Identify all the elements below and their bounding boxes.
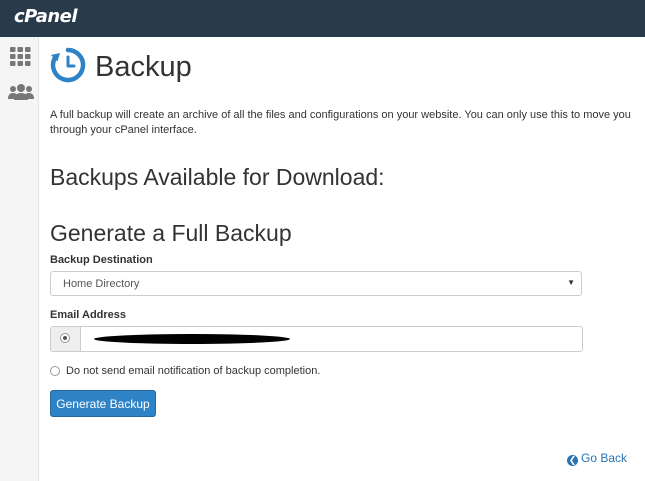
sidebar <box>0 37 39 481</box>
backups-available-heading: Backups Available for Download: <box>50 164 385 190</box>
page-description: A full backup will create an archive of … <box>50 108 645 138</box>
top-bar: cPanel <box>0 0 645 37</box>
generate-backup-heading: Generate a Full Backup <box>50 220 292 246</box>
go-back-label: Go Back <box>581 451 628 465</box>
generate-backup-button[interactable]: Generate Backup <box>50 390 156 417</box>
email-radio[interactable] <box>60 333 70 343</box>
backup-clock-icon <box>50 47 86 83</box>
backup-destination-label: Backup Destination <box>50 254 153 266</box>
no-email-radio[interactable] <box>50 366 60 376</box>
redacted-email <box>94 334 290 344</box>
email-address-input[interactable] <box>81 327 582 351</box>
backup-destination-value: Home Directory <box>63 278 140 290</box>
main-content: Backup A full backup will create an arch… <box>39 37 645 481</box>
backup-destination-select[interactable]: Home Directory ▼ <box>50 271 582 296</box>
arrow-left-circle-icon: ❮ <box>567 455 578 466</box>
cpanel-logo[interactable]: cPanel <box>14 6 78 27</box>
grid-icon[interactable] <box>8 44 32 68</box>
go-back-link[interactable]: ❮ Go Back <box>567 451 627 466</box>
description-line: A full backup will create an archive of … <box>50 109 631 121</box>
email-radio-addon <box>51 327 81 351</box>
users-icon[interactable] <box>7 80 35 104</box>
description-line: through your cPanel interface. <box>50 124 197 136</box>
email-address-label: Email Address <box>50 309 127 321</box>
chevron-down-icon: ▼ <box>567 278 575 287</box>
no-email-label: Do not send email notification of backup… <box>66 365 321 377</box>
radio-selected-dot <box>63 336 67 340</box>
page-title: Backup <box>95 51 192 83</box>
email-address-group <box>50 326 583 352</box>
